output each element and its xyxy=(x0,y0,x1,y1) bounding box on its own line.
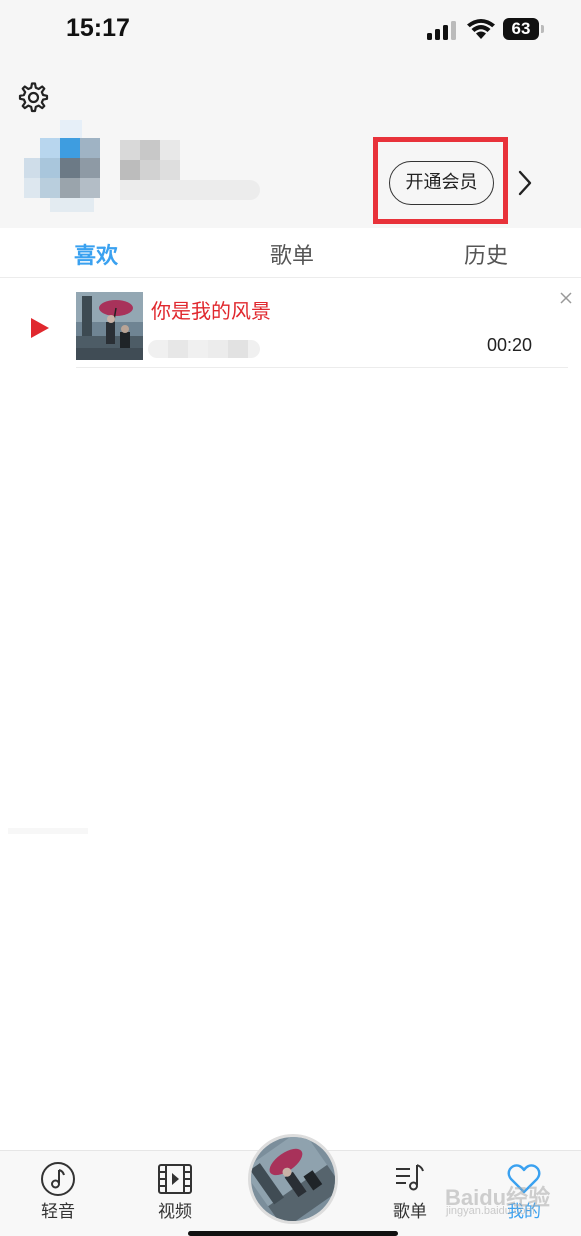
nav-item-video[interactable]: 视频 xyxy=(135,1151,215,1236)
playlist-icon xyxy=(396,1164,424,1191)
album-cover xyxy=(76,292,143,360)
username-blurred xyxy=(120,140,260,202)
chevron-right-icon[interactable] xyxy=(515,170,535,196)
nav-label: 轻音 xyxy=(41,1202,75,1222)
wifi-icon xyxy=(467,19,495,39)
library-tabs: 喜欢 歌单 历史 xyxy=(0,228,581,278)
row-divider xyxy=(76,367,568,368)
nav-item-light-music[interactable]: 轻音 xyxy=(18,1151,98,1236)
remove-close-icon[interactable] xyxy=(560,292,572,304)
battery-icon: 63 xyxy=(503,18,544,40)
cellular-signal-icon xyxy=(427,21,456,40)
tab-favorites[interactable]: 喜欢 xyxy=(74,238,118,270)
open-vip-button[interactable]: 开通会员 xyxy=(389,161,494,205)
status-time: 15:17 xyxy=(66,14,130,42)
tab-history[interactable]: 历史 xyxy=(464,238,508,270)
tab-playlists[interactable]: 歌单 xyxy=(270,238,314,270)
nav-label: 视频 xyxy=(158,1202,192,1222)
divider xyxy=(8,828,88,834)
watermark-url: jingyan.baidu.com xyxy=(446,1205,535,1217)
music-note-icon xyxy=(41,1162,75,1196)
nav-label: 歌单 xyxy=(393,1202,427,1222)
avatar[interactable] xyxy=(24,120,102,212)
status-bar: 15:17 63 xyxy=(0,0,581,60)
film-icon xyxy=(158,1164,192,1194)
profile-header: 15:17 63 开通会员 xyxy=(0,0,581,228)
song-duration: 00:20 xyxy=(487,335,533,355)
song-row[interactable]: 你是我的风景 00:20 xyxy=(0,280,581,368)
artist-blurred xyxy=(148,340,260,358)
battery-level: 63 xyxy=(511,19,531,38)
home-indicator xyxy=(188,1231,398,1236)
nav-item-playlist[interactable]: 歌单 xyxy=(370,1151,450,1236)
playing-indicator-icon xyxy=(31,318,49,338)
song-title: 你是我的风景 xyxy=(151,299,271,323)
now-playing-disc[interactable] xyxy=(248,1134,338,1224)
settings-gear-icon[interactable] xyxy=(17,81,50,114)
